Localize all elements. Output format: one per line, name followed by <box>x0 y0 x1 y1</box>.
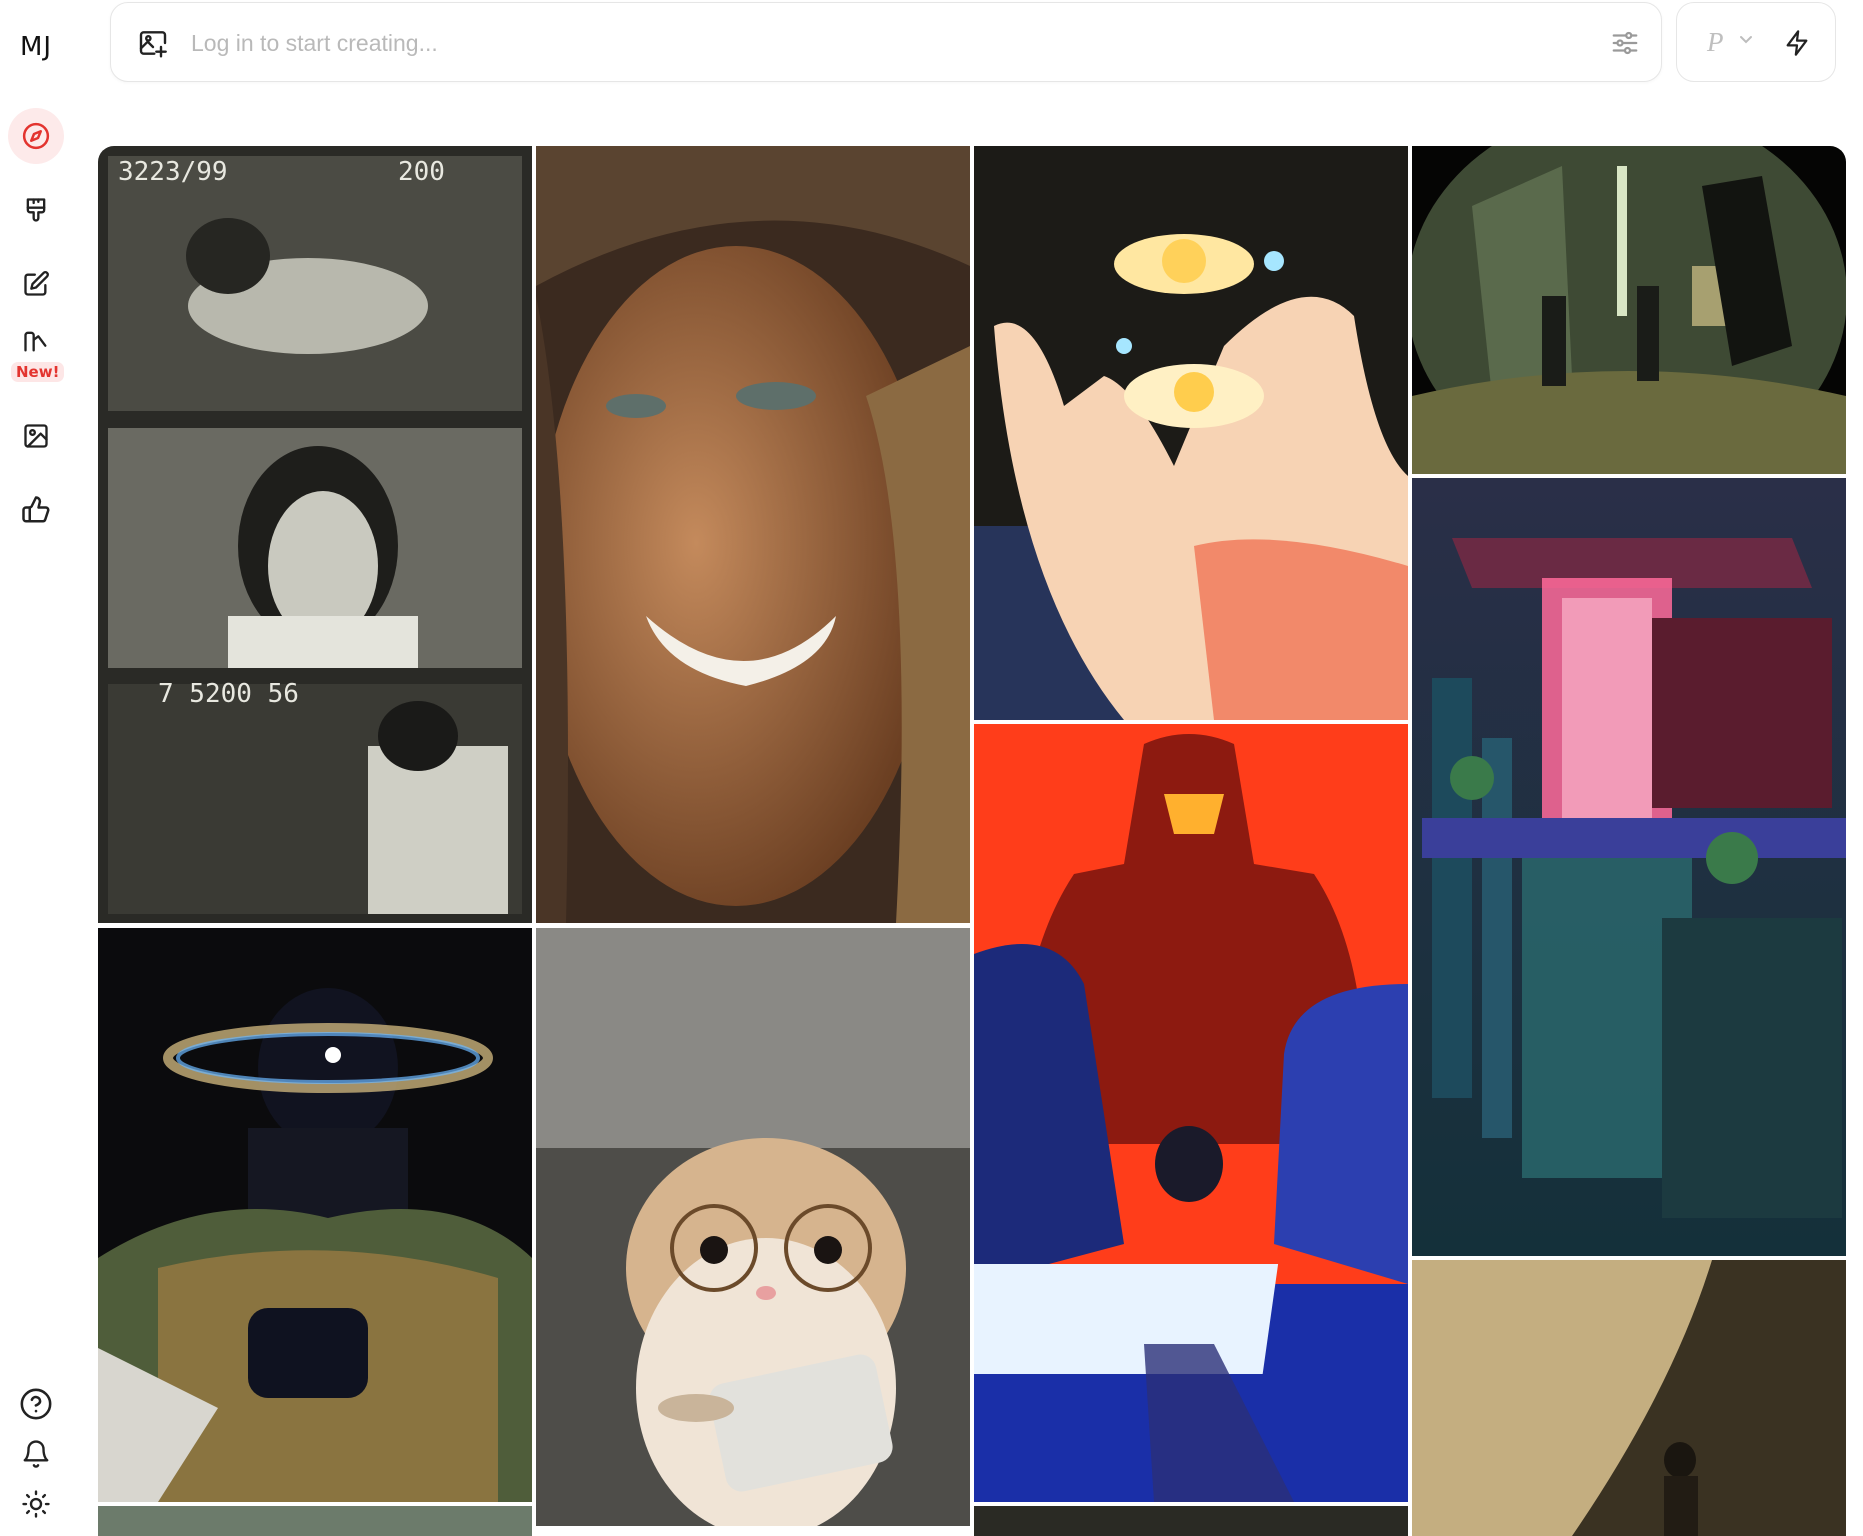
svg-text:7 5200 56: 7 5200 56 <box>158 679 299 709</box>
new-badge: New! <box>11 362 65 382</box>
help-button[interactable] <box>16 1384 56 1424</box>
gallery-image-hand-flowers[interactable] <box>974 146 1408 720</box>
mode-selector: P <box>1676 2 1836 82</box>
gallery-image-concrete-wall[interactable] <box>1412 1260 1846 1536</box>
gallery-image-hamster[interactable] <box>536 928 970 1526</box>
gallery-image-smiling-woman[interactable] <box>536 146 970 923</box>
sidebar: MJ New! <box>0 0 72 1526</box>
gallery-image-partial-2[interactable] <box>974 1506 1408 1536</box>
settings-button[interactable] <box>1607 25 1643 61</box>
sidebar-item-create[interactable] <box>8 182 64 238</box>
gallery-image-neon-tower[interactable] <box>1412 478 1846 1256</box>
sidebar-item-likes[interactable] <box>8 482 64 538</box>
theme-toggle-button[interactable] <box>16 1484 56 1524</box>
notifications-button[interactable] <box>16 1434 56 1474</box>
add-image-button[interactable] <box>135 25 171 61</box>
image-add-icon <box>139 31 167 58</box>
svg-text:3223/99: 3223/99 <box>118 157 228 187</box>
app-logo[interactable]: MJ <box>0 32 72 62</box>
speed-button[interactable] <box>1779 25 1815 61</box>
paintbrush-icon <box>26 198 46 222</box>
gallery-image-film-strip[interactable]: 3223/99 200 7 5200 56 <box>98 146 532 923</box>
lightning-icon <box>1786 30 1808 56</box>
sun-icon <box>22 1490 50 1518</box>
image-icon <box>24 424 48 448</box>
compass-icon <box>22 122 50 150</box>
chevron-down-icon[interactable] <box>1739 35 1753 45</box>
svg-text:200: 200 <box>398 157 445 187</box>
help-circle-icon <box>20 1388 52 1420</box>
edit-icon <box>24 271 49 296</box>
prompt-input[interactable] <box>191 23 1491 63</box>
mode-label[interactable]: P <box>1707 27 1724 58</box>
gallery-image-partial-1[interactable] <box>98 1506 532 1536</box>
sidebar-item-explore[interactable] <box>8 108 64 164</box>
gallery-image-subway-tunnel[interactable] <box>1412 146 1846 474</box>
bell-icon <box>23 1440 49 1468</box>
thumbs-up-icon <box>22 496 50 523</box>
sliders-icon <box>1612 31 1638 55</box>
prompt-bar <box>110 2 1662 82</box>
organize-icon <box>24 331 47 352</box>
sidebar-item-edit[interactable] <box>8 256 64 312</box>
gallery-image-cosmic-figure[interactable] <box>98 928 532 1502</box>
gallery-image-anime-red[interactable] <box>974 724 1408 1502</box>
sidebar-item-gallery[interactable] <box>8 408 64 464</box>
